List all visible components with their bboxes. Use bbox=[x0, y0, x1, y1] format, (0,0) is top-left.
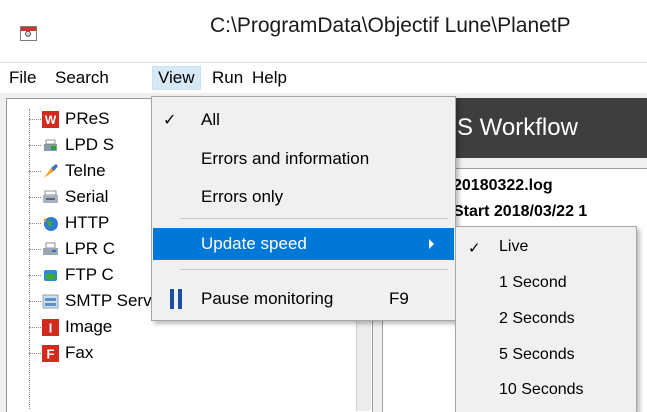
fax-icon: F bbox=[42, 345, 59, 362]
check-icon: ✓ bbox=[163, 112, 177, 129]
tree-connector bbox=[29, 249, 41, 250]
tree-connector bbox=[29, 275, 41, 276]
speed-option-label: 5 Seconds bbox=[499, 346, 575, 363]
title-bar: ⚙ C:\ProgramData\Objectif Lune\PlanetP bbox=[0, 0, 647, 63]
view-dropdown-menu: ✓ All Errors and information Errors only… bbox=[151, 96, 456, 321]
window-title: C:\ProgramData\Objectif Lune\PlanetP bbox=[210, 14, 571, 37]
svg-text:I: I bbox=[49, 321, 53, 336]
menu-item-label: All bbox=[201, 110, 220, 129]
menu-view[interactable]: View bbox=[152, 66, 201, 90]
tree-item-label: HTTP bbox=[65, 213, 110, 232]
menu-item-label: Pause monitoring bbox=[201, 289, 334, 308]
tree-item-label: Image bbox=[65, 317, 113, 336]
tree-connector bbox=[29, 171, 41, 172]
menu-bar: File Search View Run Help bbox=[0, 63, 647, 93]
log-line: 20180322.log bbox=[453, 177, 553, 194]
image-icon: I bbox=[42, 319, 59, 336]
tree-item-fax[interactable]: F Fax bbox=[7, 342, 347, 366]
tree-connector bbox=[29, 145, 41, 146]
pres-w-icon: W bbox=[42, 111, 59, 128]
http-globe-icon bbox=[43, 217, 58, 231]
shortcut-label: F9 bbox=[389, 289, 409, 308]
menu-item-label: Errors only bbox=[201, 187, 284, 206]
submenu-arrow-icon bbox=[429, 239, 434, 249]
speed-option-2-seconds[interactable]: 2 Seconds bbox=[456, 302, 636, 337]
app-icon[interactable]: ⚙ bbox=[20, 26, 37, 41]
tree-item-label: LPD S bbox=[65, 135, 115, 154]
pause-bar bbox=[170, 289, 174, 309]
menu-item-label: Errors and information bbox=[201, 149, 370, 168]
tree-connector bbox=[29, 301, 41, 302]
menu-search[interactable]: Search bbox=[50, 67, 114, 89]
gear-icon: ⚙ bbox=[24, 29, 33, 39]
speed-option-label: Live bbox=[499, 238, 529, 255]
serial-icon bbox=[43, 190, 58, 203]
menu-item-pause-monitoring[interactable]: Pause monitoring F9 bbox=[153, 283, 454, 315]
speed-option-live[interactable]: ✓ Live bbox=[456, 230, 636, 265]
menu-item-errors-and-information[interactable]: Errors and information bbox=[153, 143, 454, 175]
menu-file[interactable]: File bbox=[4, 67, 41, 89]
speed-option-label: 2 Seconds bbox=[499, 310, 575, 327]
tree-connector bbox=[29, 353, 41, 354]
update-speed-submenu: ✓ Live 1 Second 2 Seconds 5 Seconds 10 S… bbox=[455, 226, 637, 412]
speed-option-1-second[interactable]: 1 Second bbox=[456, 266, 636, 301]
tree-connector bbox=[29, 223, 41, 224]
telnet-icon bbox=[44, 164, 58, 178]
log-line: Start 2018/03/22 1 bbox=[453, 203, 588, 220]
ftp-icon bbox=[44, 270, 57, 281]
speed-option-10-seconds[interactable]: 10 Seconds bbox=[456, 373, 636, 408]
speed-option-label: 10 Seconds bbox=[499, 381, 584, 398]
menu-separator bbox=[180, 269, 448, 270]
svg-text:F: F bbox=[47, 347, 55, 362]
menu-item-label: Update speed bbox=[201, 234, 307, 253]
tree-item-label: FTP C bbox=[65, 265, 114, 284]
menu-item-errors-only[interactable]: Errors only bbox=[153, 181, 454, 213]
smtp-server-icon bbox=[42, 294, 59, 309]
tree-item-label: Fax bbox=[65, 343, 94, 362]
menu-separator bbox=[180, 218, 448, 219]
tree-connector bbox=[29, 327, 41, 328]
tree-item-label: Telne bbox=[65, 161, 106, 180]
lpd-server-icon bbox=[44, 139, 57, 151]
tree-item-label: PReS bbox=[65, 109, 110, 128]
speed-option-5-seconds[interactable]: 5 Seconds bbox=[456, 338, 636, 373]
menu-help[interactable]: Help bbox=[247, 67, 292, 89]
workflow-title: S Workflow bbox=[457, 114, 578, 141]
lpr-printer-icon bbox=[43, 242, 58, 255]
tree-connector bbox=[29, 197, 41, 198]
menu-item-update-speed[interactable]: Update speed bbox=[153, 228, 454, 260]
check-icon: ✓ bbox=[468, 240, 481, 257]
menu-item-all[interactable]: ✓ All bbox=[153, 104, 454, 136]
tree-item-label: LPR C bbox=[65, 239, 116, 258]
menu-run[interactable]: Run bbox=[207, 67, 248, 89]
tree-connector bbox=[29, 119, 41, 120]
pause-icon bbox=[170, 289, 182, 309]
speed-option-label: 1 Second bbox=[499, 274, 567, 291]
pause-bar bbox=[178, 289, 182, 309]
tree-item-label: Serial bbox=[65, 187, 109, 206]
svg-text:W: W bbox=[45, 113, 57, 127]
